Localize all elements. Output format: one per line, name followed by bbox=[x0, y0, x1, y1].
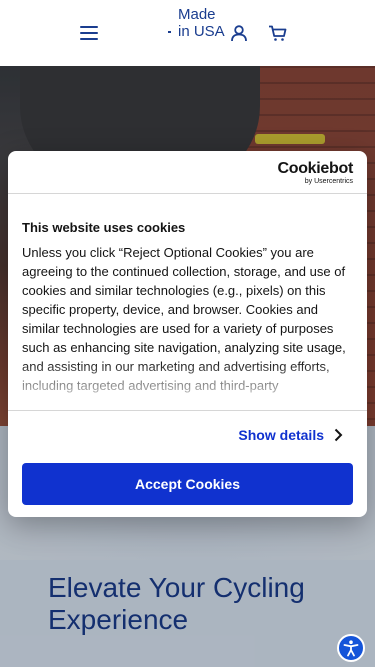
accessibility-button[interactable] bbox=[337, 634, 365, 662]
made-in-usa-label: Made in USA bbox=[178, 6, 225, 40]
site-header: Made in USA bbox=[0, 0, 375, 66]
user-icon[interactable] bbox=[230, 24, 248, 42]
chevron-right-icon bbox=[334, 428, 343, 442]
show-details-label: Show details bbox=[238, 427, 324, 443]
cookiebot-by-line: by Usercentrics bbox=[304, 178, 353, 185]
cookie-body-fade bbox=[8, 361, 367, 413]
cookiebot-brand: Cookiebot bbox=[277, 160, 353, 177]
hamburger-menu-icon[interactable] bbox=[80, 26, 98, 40]
cookie-dialog-divider bbox=[8, 410, 367, 411]
cookie-consent-dialog: Cookiebot by Usercentrics This website u… bbox=[8, 151, 367, 517]
header-divider-dot bbox=[168, 31, 171, 33]
show-details-link[interactable]: Show details bbox=[238, 427, 343, 443]
cookie-dialog-header: Cookiebot by Usercentrics bbox=[8, 151, 367, 194]
cookie-dialog-title: This website uses cookies bbox=[22, 220, 186, 235]
cart-icon[interactable] bbox=[268, 25, 287, 42]
cookiebot-logo: Cookiebot by Usercentrics bbox=[277, 161, 353, 186]
accept-cookies-button[interactable]: Accept Cookies bbox=[22, 463, 353, 505]
accessibility-icon bbox=[343, 640, 359, 657]
